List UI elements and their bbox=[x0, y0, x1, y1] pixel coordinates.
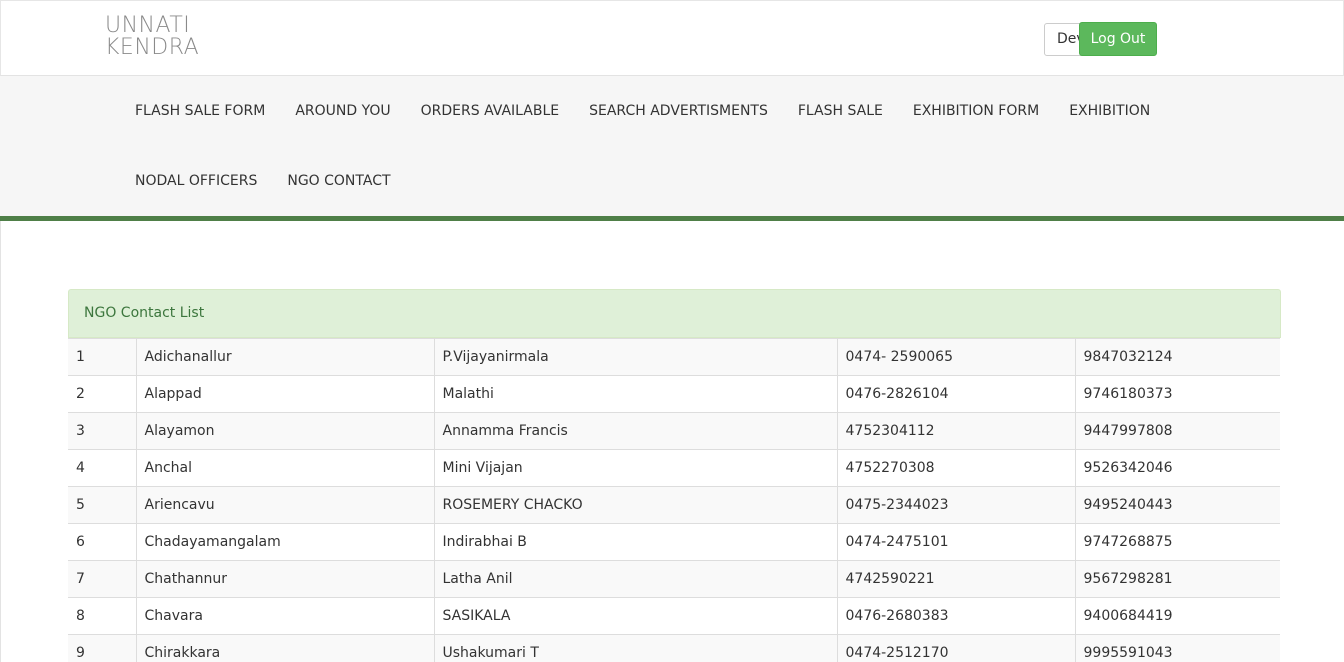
cell-contact-name: SASIKALA bbox=[433, 597, 837, 635]
brand-logo[interactable]: UNNATI KENDRA bbox=[105, 15, 199, 59]
cell-contact-name: Annamma Francis bbox=[433, 412, 837, 450]
table-row: 5 Ariencavu ROSEMERY CHACKO 0475-2344023 949… bbox=[68, 486, 1280, 524]
cell-mobile: 9567298281 bbox=[1074, 560, 1280, 598]
cell-mobile: 9495240443 bbox=[1074, 486, 1280, 524]
cell-serial-no: 2 bbox=[68, 375, 136, 413]
table-row: 3 Alayamon Annamma Francis 4752304112 944799… bbox=[68, 412, 1280, 450]
cell-landline: 4752270308 bbox=[836, 449, 1075, 487]
cell-contact-name: ROSEMERY CHACKO bbox=[433, 486, 837, 524]
cell-location: Chavara bbox=[135, 597, 434, 635]
table-row: 2 Alappad Malathi 0476-2826104 9746180373 bbox=[68, 375, 1280, 413]
cell-mobile: 9400684419 bbox=[1074, 597, 1280, 635]
nav-divider bbox=[0, 216, 1344, 221]
cell-contact-name: Malathi bbox=[433, 375, 837, 413]
nav-item-nodal-officers[interactable]: NODAL OFFICERS bbox=[120, 173, 272, 189]
cell-location: Alappad bbox=[135, 375, 434, 413]
cell-mobile: 9847032124 bbox=[1074, 338, 1280, 376]
table-row: 4 Anchal Mini Vijajan 4752270308 9526342046 bbox=[68, 449, 1280, 487]
cell-landline: 0476-2680383 bbox=[836, 597, 1075, 635]
cell-landline: 0474-2475101 bbox=[836, 523, 1075, 561]
cell-location: Chadayamangalam bbox=[135, 523, 434, 561]
nav-item-exhibition[interactable]: EXHIBITION bbox=[1054, 103, 1165, 119]
cell-serial-no: 8 bbox=[68, 597, 136, 635]
table-row: 7 Chathannur Latha Anil 4742590221 956729828… bbox=[68, 560, 1280, 598]
table-row: 8 Chavara SASIKALA 0476-2680383 9400684419 bbox=[68, 597, 1280, 635]
cell-location: Ariencavu bbox=[135, 486, 434, 524]
cell-location: Anchal bbox=[135, 449, 434, 487]
nav-item-orders-available[interactable]: ORDERS AVAILABLE bbox=[406, 103, 574, 119]
cell-contact-name: Mini Vijajan bbox=[433, 449, 837, 487]
cell-serial-no: 3 bbox=[68, 412, 136, 450]
nav-row-1: FLASH SALE FORM AROUND YOU ORDERS AVAILA… bbox=[120, 76, 1165, 146]
cell-serial-no: 9 bbox=[68, 634, 136, 662]
cell-mobile: 9526342046 bbox=[1074, 449, 1280, 487]
cell-landline: 4742590221 bbox=[836, 560, 1075, 598]
nav-row-2: NODAL OFFICERS NGO CONTACT bbox=[120, 146, 406, 216]
top-header: UNNATI KENDRA Dev Log Out bbox=[0, 0, 1344, 76]
table-row: 6 Chadayamangalam Indirabhai B 0474-2475101… bbox=[68, 523, 1280, 561]
brand-line-2: KENDRA bbox=[105, 35, 200, 60]
cell-contact-name: P.Vijayanirmala bbox=[433, 338, 837, 376]
cell-contact-name: Latha Anil bbox=[433, 560, 837, 598]
nav-item-flash-sale-form[interactable]: FLASH SALE FORM bbox=[120, 103, 280, 119]
cell-location: Alayamon bbox=[135, 412, 434, 450]
cell-landline: 0476-2826104 bbox=[836, 375, 1075, 413]
brand-line-1: UNNATI bbox=[105, 13, 191, 38]
cell-location: Chirakkara bbox=[135, 634, 434, 662]
cell-landline: 0475-2344023 bbox=[836, 486, 1075, 524]
ngo-contact-table: 1 Adichanallur P.Vijayanirmala 0474- 259006… bbox=[68, 338, 1280, 662]
cell-serial-no: 7 bbox=[68, 560, 136, 598]
cell-serial-no: 1 bbox=[68, 338, 136, 376]
cell-contact-name: Indirabhai B bbox=[433, 523, 837, 561]
cell-landline: 0474-2512170 bbox=[836, 634, 1075, 662]
ngo-contact-panel: NGO Contact List 1 Adichanallur P.Vijayani… bbox=[68, 289, 1281, 662]
panel-title: NGO Contact List bbox=[68, 289, 1281, 338]
nav-item-around-you[interactable]: AROUND YOU bbox=[280, 103, 405, 119]
content-left-border bbox=[0, 221, 1, 662]
cell-serial-no: 5 bbox=[68, 486, 136, 524]
table-row: 9 Chirakkara Ushakumari T 0474-2512170 99955… bbox=[68, 634, 1280, 662]
cell-serial-no: 6 bbox=[68, 523, 136, 561]
cell-mobile: 9747268875 bbox=[1074, 523, 1280, 561]
cell-landline: 4752304112 bbox=[836, 412, 1075, 450]
cell-contact-name: Ushakumari T bbox=[433, 634, 837, 662]
nav-item-flash-sale[interactable]: FLASH SALE bbox=[783, 103, 898, 119]
cell-landline: 0474- 2590065 bbox=[836, 338, 1075, 376]
nav-item-exhibition-form[interactable]: EXHIBITION FORM bbox=[898, 103, 1054, 119]
cell-mobile: 9447997808 bbox=[1074, 412, 1280, 450]
logout-button[interactable]: Log Out bbox=[1079, 22, 1157, 56]
cell-location: Chathannur bbox=[135, 560, 434, 598]
nav-item-ngo-contact[interactable]: NGO CONTACT bbox=[272, 173, 405, 189]
main-nav: FLASH SALE FORM AROUND YOU ORDERS AVAILA… bbox=[0, 76, 1344, 216]
cell-mobile: 9995591043 bbox=[1074, 634, 1280, 662]
cell-mobile: 9746180373 bbox=[1074, 375, 1280, 413]
cell-location: Adichanallur bbox=[135, 338, 434, 376]
cell-serial-no: 4 bbox=[68, 449, 136, 487]
table-row: 1 Adichanallur P.Vijayanirmala 0474- 259006… bbox=[68, 338, 1280, 376]
nav-item-search-advertisments[interactable]: SEARCH ADVERTISMENTS bbox=[574, 103, 783, 119]
